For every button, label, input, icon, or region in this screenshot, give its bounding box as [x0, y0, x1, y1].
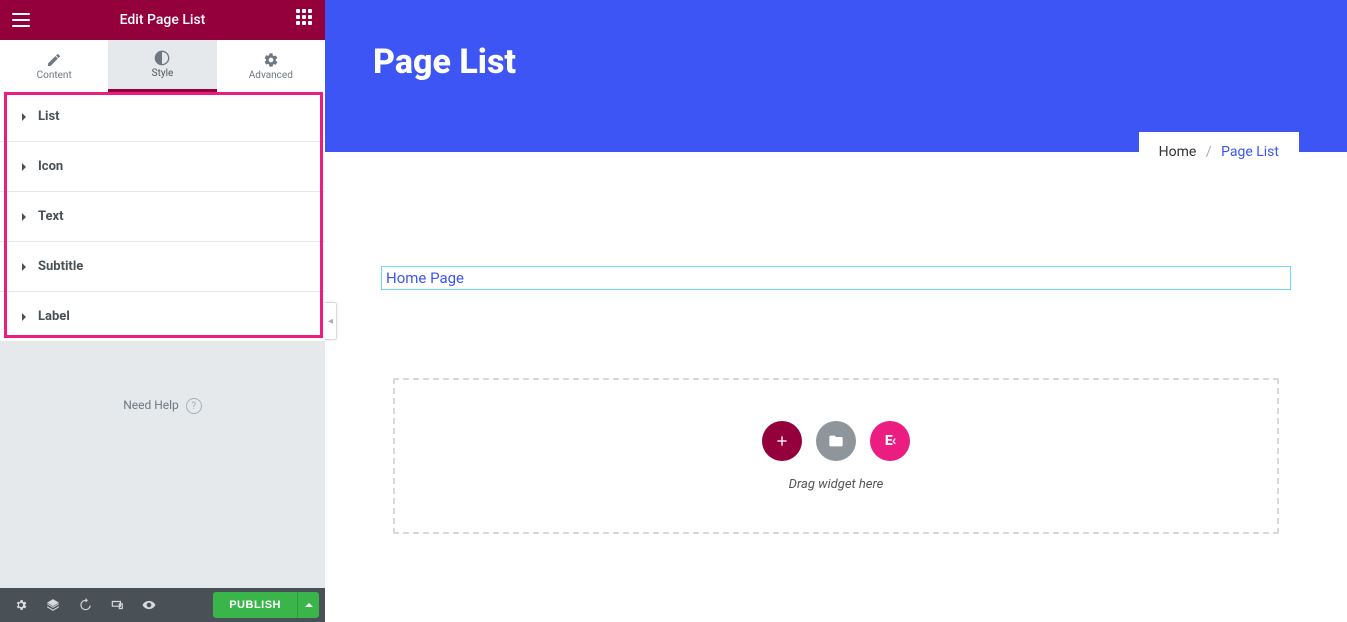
- tab-style-label: Style: [152, 68, 174, 79]
- need-help-label: Need Help: [123, 398, 179, 412]
- settings-button[interactable]: [6, 592, 36, 618]
- tab-advanced-label: Advanced: [249, 70, 293, 81]
- preview-canvas: Page List Home / Page List Home Page E‹ …: [325, 0, 1347, 622]
- tab-advanced[interactable]: Advanced: [217, 40, 325, 92]
- plus-icon: [774, 433, 790, 449]
- layers-icon: [46, 598, 60, 612]
- dropzone-buttons: E‹: [762, 421, 910, 461]
- section-subtitle-label: Subtitle: [38, 259, 83, 274]
- elementskit-button[interactable]: E‹: [870, 421, 910, 461]
- caret-right-icon: [20, 263, 28, 271]
- responsive-button[interactable]: [102, 592, 132, 618]
- breadcrumb-home[interactable]: Home: [1159, 144, 1197, 160]
- section-text[interactable]: Text: [0, 192, 325, 242]
- caret-right-icon: [20, 113, 28, 121]
- page-list-item-home[interactable]: Home Page: [382, 267, 468, 289]
- hero-section: Page List Home / Page List: [325, 0, 1347, 152]
- sidebar-body: List Icon Text Subtitle Label Need Help …: [0, 92, 325, 588]
- publish-button[interactable]: PUBLISH: [213, 592, 297, 618]
- section-list-label: List: [38, 109, 60, 124]
- section-label[interactable]: Label: [0, 292, 325, 342]
- section-label-label: Label: [38, 309, 70, 324]
- widgets-grid-icon[interactable]: [293, 9, 315, 31]
- history-icon: [78, 598, 92, 612]
- publish-dropdown[interactable]: [297, 592, 319, 618]
- history-button[interactable]: [70, 592, 100, 618]
- section-icon-label: Icon: [38, 159, 63, 174]
- eye-icon: [142, 598, 156, 612]
- page-title: Page List: [373, 42, 1299, 82]
- empty-section-dropzone[interactable]: E‹ Drag widget here: [393, 378, 1279, 534]
- dropzone-label: Drag widget here: [789, 477, 884, 492]
- breadcrumb-separator: /: [1206, 144, 1212, 160]
- editor-sidebar: Edit Page List Content Style Advanced Li…: [0, 0, 325, 622]
- breadcrumb-current[interactable]: Page List: [1221, 144, 1279, 160]
- sidebar-title: Edit Page List: [32, 12, 293, 28]
- collapse-sidebar-handle[interactable]: ◂: [325, 302, 337, 340]
- caret-right-icon: [20, 213, 28, 221]
- devices-icon: [110, 598, 124, 612]
- section-list[interactable]: List: [0, 92, 325, 142]
- caret-up-icon: [305, 601, 313, 609]
- breadcrumb: Home / Page List: [1139, 132, 1299, 172]
- section-subtitle[interactable]: Subtitle: [0, 242, 325, 292]
- tab-style[interactable]: Style: [108, 40, 216, 92]
- template-library-button[interactable]: [816, 421, 856, 461]
- section-text-label: Text: [38, 209, 64, 224]
- publish-group: PUBLISH: [213, 592, 319, 618]
- navigator-button[interactable]: [38, 592, 68, 618]
- tab-content[interactable]: Content: [0, 40, 108, 92]
- tab-content-label: Content: [37, 70, 72, 81]
- page-list-widget[interactable]: Home Page: [381, 266, 1291, 290]
- sidebar-tabs: Content Style Advanced: [0, 40, 325, 92]
- menu-icon[interactable]: [10, 9, 32, 31]
- help-icon: ?: [186, 398, 202, 414]
- sidebar-header: Edit Page List: [0, 0, 325, 40]
- gear-icon: [14, 598, 28, 612]
- preview-button[interactable]: [134, 592, 164, 618]
- folder-icon: [828, 433, 844, 449]
- add-section-button[interactable]: [762, 421, 802, 461]
- gear-icon: [263, 52, 279, 68]
- contrast-icon: [154, 50, 170, 66]
- section-icon[interactable]: Icon: [0, 142, 325, 192]
- sidebar-footer: PUBLISH: [0, 588, 325, 622]
- pencil-icon: [46, 52, 62, 68]
- need-help[interactable]: Need Help ?: [0, 342, 325, 414]
- caret-right-icon: [20, 163, 28, 171]
- caret-right-icon: [20, 313, 28, 321]
